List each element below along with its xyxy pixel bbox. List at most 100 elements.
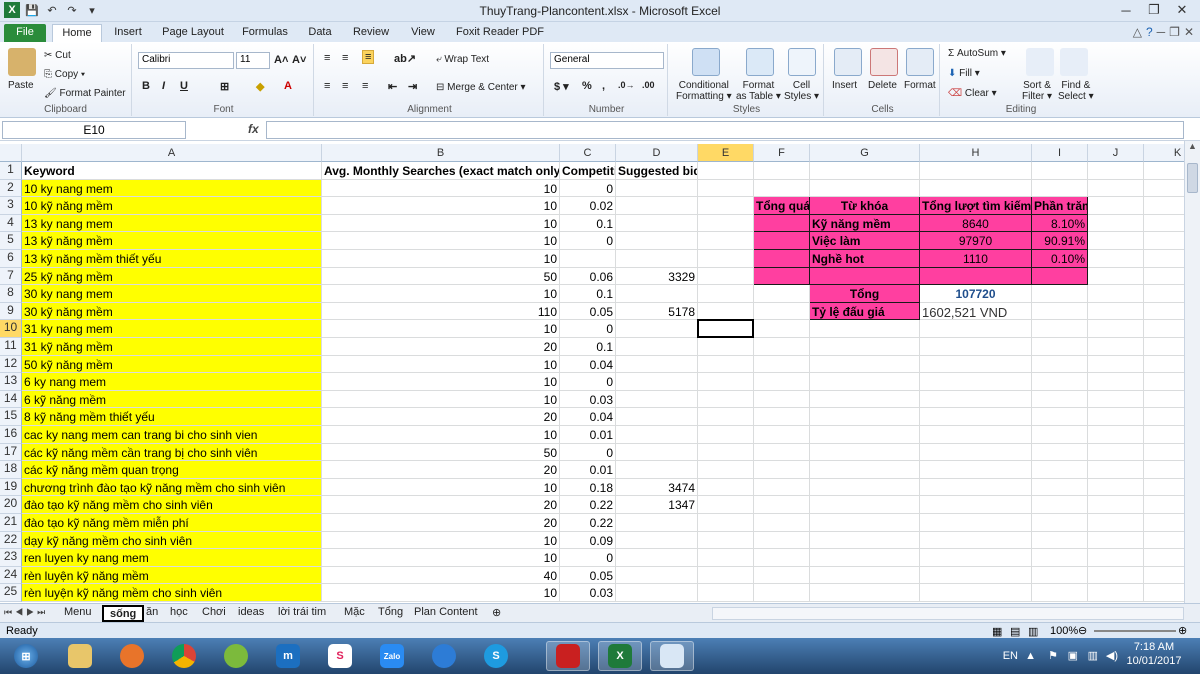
cell-empty[interactable] (1032, 514, 1088, 532)
cell-keyword[interactable]: 50 kỹ năng mềm (22, 355, 322, 374)
cell-suggested-bid[interactable]: 3329 (616, 267, 698, 286)
cell-empty[interactable] (1032, 390, 1088, 409)
cell-empty[interactable] (810, 373, 920, 391)
cell-empty[interactable] (754, 549, 810, 567)
sheet-tab[interactable]: ideas (232, 605, 270, 622)
cell-avg-searches[interactable]: 20 (322, 461, 560, 479)
cell-competition[interactable]: 0 (560, 179, 616, 198)
sheet-tab[interactable]: sống (102, 605, 145, 622)
cell-keyword[interactable]: rèn luyện kỹ năng mềm cho sinh viên (22, 584, 322, 602)
paste-button[interactable]: Paste (8, 80, 34, 91)
cell-empty[interactable] (754, 302, 810, 321)
tray-app-icon[interactable]: ▣ (1068, 649, 1078, 662)
cell-keyword[interactable]: 30 kỹ năng mềm (22, 302, 322, 321)
cell-avg-searches[interactable]: 10 (322, 390, 560, 409)
cell-empty[interactable] (754, 338, 810, 356)
cell-suggested-bid[interactable] (616, 197, 698, 215)
cell-empty[interactable] (698, 531, 754, 550)
taskbar-firefox[interactable] (110, 641, 154, 671)
cell-keyword[interactable]: ren luyen ky nang mem (22, 549, 322, 567)
cell-empty[interactable] (698, 197, 754, 215)
taskbar-excel[interactable]: X (598, 641, 642, 671)
cell-empty[interactable] (1144, 338, 1184, 356)
taskbar-zalo[interactable]: Zalo (370, 641, 414, 671)
cell-empty[interactable] (1144, 162, 1184, 180)
row-header[interactable]: 6 (0, 250, 22, 268)
cell-empty[interactable] (1032, 584, 1088, 602)
cell-competition[interactable]: 0 (560, 549, 616, 567)
cell-empty[interactable] (920, 549, 1032, 567)
align-middle-icon[interactable]: ≡ (342, 52, 348, 64)
cell-suggested-bid[interactable] (616, 285, 698, 303)
cell-competition[interactable]: 0.22 (560, 496, 616, 514)
column-header-g[interactable]: G (810, 144, 920, 162)
row-header[interactable]: 21 (0, 514, 22, 532)
doc-close-icon[interactable]: ✕ (1184, 25, 1194, 39)
cell-keyword[interactable]: 25 kỹ năng mềm (22, 267, 322, 286)
summary-total[interactable]: 97970 (920, 232, 1032, 250)
column-header-a[interactable]: A (22, 144, 322, 162)
cell-empty[interactable] (1088, 461, 1144, 479)
insert-sheet-icon[interactable]: ⊕ (486, 605, 507, 622)
row-header[interactable]: 18 (0, 461, 22, 479)
cell-empty[interactable] (810, 426, 920, 444)
taskbar-slack[interactable]: S (318, 641, 362, 671)
tab-view[interactable]: View (402, 24, 444, 42)
zoom-slider[interactable] (1094, 630, 1176, 632)
taskbar-paint[interactable] (650, 641, 694, 671)
scroll-up-icon[interactable]: ▲ (1185, 141, 1200, 157)
align-bottom-icon[interactable]: ≡ (362, 50, 375, 64)
cell-empty[interactable] (920, 478, 1032, 497)
cell-empty[interactable] (810, 338, 920, 356)
align-right-icon[interactable]: ≡ (362, 80, 368, 92)
summary-overview-cell[interactable] (754, 214, 810, 233)
cell-competition[interactable]: 0.01 (560, 461, 616, 479)
summary-header-percent[interactable]: Phần trăm (1032, 197, 1088, 215)
tab-review[interactable]: Review (346, 24, 396, 42)
cell-empty[interactable] (1088, 250, 1144, 268)
cell-competition[interactable] (560, 250, 616, 268)
cell-suggested-bid[interactable] (616, 373, 698, 391)
column-header-d[interactable]: D (616, 144, 698, 162)
cell-empty[interactable] (810, 584, 920, 602)
language-indicator[interactable]: EN (1003, 650, 1018, 662)
number-format-combo[interactable]: General (550, 52, 664, 69)
sheet-tab[interactable]: Chơi (196, 605, 232, 622)
cell-empty[interactable] (810, 355, 920, 374)
cell-empty[interactable] (1144, 496, 1184, 514)
cell-empty[interactable] (754, 179, 810, 198)
font-color-icon[interactable]: A (284, 80, 292, 92)
row-header[interactable]: 14 (0, 390, 22, 409)
cell-styles-icon[interactable] (788, 48, 816, 76)
cell-empty[interactable] (810, 566, 920, 585)
row-header[interactable]: 10 (0, 320, 22, 338)
cell-empty[interactable] (754, 584, 810, 602)
cell-empty[interactable] (810, 408, 920, 426)
minimize-icon[interactable]: ─ (1112, 0, 1140, 20)
cell-suggested-bid[interactable] (616, 232, 698, 250)
cell-competition[interactable]: Competiti (560, 162, 616, 180)
cell-keyword[interactable]: Keyword (22, 162, 322, 180)
column-header-k[interactable]: K (1144, 144, 1184, 162)
cell-empty[interactable] (1088, 566, 1144, 585)
cell-empty[interactable] (1032, 478, 1088, 497)
cell-empty[interactable] (1032, 408, 1088, 426)
row-header[interactable]: 13 (0, 373, 22, 391)
cell-suggested-bid[interactable] (616, 355, 698, 374)
column-header-c[interactable]: C (560, 144, 616, 162)
insert-function-icon[interactable]: fx (248, 122, 259, 136)
delete-button[interactable]: Delete (868, 80, 897, 91)
tab-page-layout[interactable]: Page Layout (156, 24, 230, 42)
cell-avg-searches[interactable]: 20 (322, 408, 560, 426)
cell-avg-searches[interactable]: 20 (322, 338, 560, 356)
cell-empty[interactable] (1088, 232, 1144, 250)
delete-cells-icon[interactable] (870, 48, 898, 76)
cell-empty[interactable] (1032, 443, 1088, 462)
cell-empty[interactable] (754, 355, 810, 374)
increase-indent-icon[interactable]: ⇥ (408, 80, 417, 93)
cell-empty[interactable] (1088, 584, 1144, 602)
cell-empty[interactable] (1032, 566, 1088, 585)
action-center-icon[interactable]: ⚑ (1048, 649, 1058, 662)
summary-total[interactable]: 1110 (920, 250, 1032, 268)
cell-empty[interactable] (920, 338, 1032, 356)
